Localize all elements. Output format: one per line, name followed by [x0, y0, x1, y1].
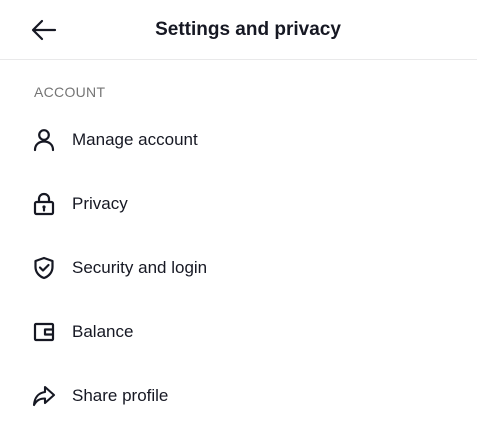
page-title: Settings and privacy — [155, 19, 341, 40]
menu-item-balance[interactable]: Balance — [20, 308, 460, 356]
header-bar: Settings and privacy — [0, 0, 477, 60]
lock-icon — [32, 192, 56, 216]
wallet-icon — [32, 320, 56, 344]
menu-item-label: Share profile — [72, 386, 169, 405]
menu-item-label: Balance — [72, 322, 134, 341]
menu-item-label: Security and login — [72, 258, 208, 277]
share-icon — [32, 384, 56, 408]
person-icon — [32, 128, 56, 152]
menu-item-share-profile[interactable]: Share profile — [20, 372, 460, 420]
menu-item-privacy[interactable]: Privacy — [20, 180, 460, 228]
section-label-account: ACCOUNT — [34, 84, 106, 100]
menu-item-security-and-login[interactable]: Security and login — [20, 244, 460, 292]
menu-item-manage-account[interactable]: Manage account — [20, 116, 460, 164]
menu-item-label: Privacy — [72, 194, 128, 213]
back-button[interactable] — [28, 14, 60, 46]
menu-item-label: Manage account — [72, 130, 198, 149]
arrow-left-icon — [31, 19, 57, 41]
shield-check-icon — [32, 256, 56, 280]
